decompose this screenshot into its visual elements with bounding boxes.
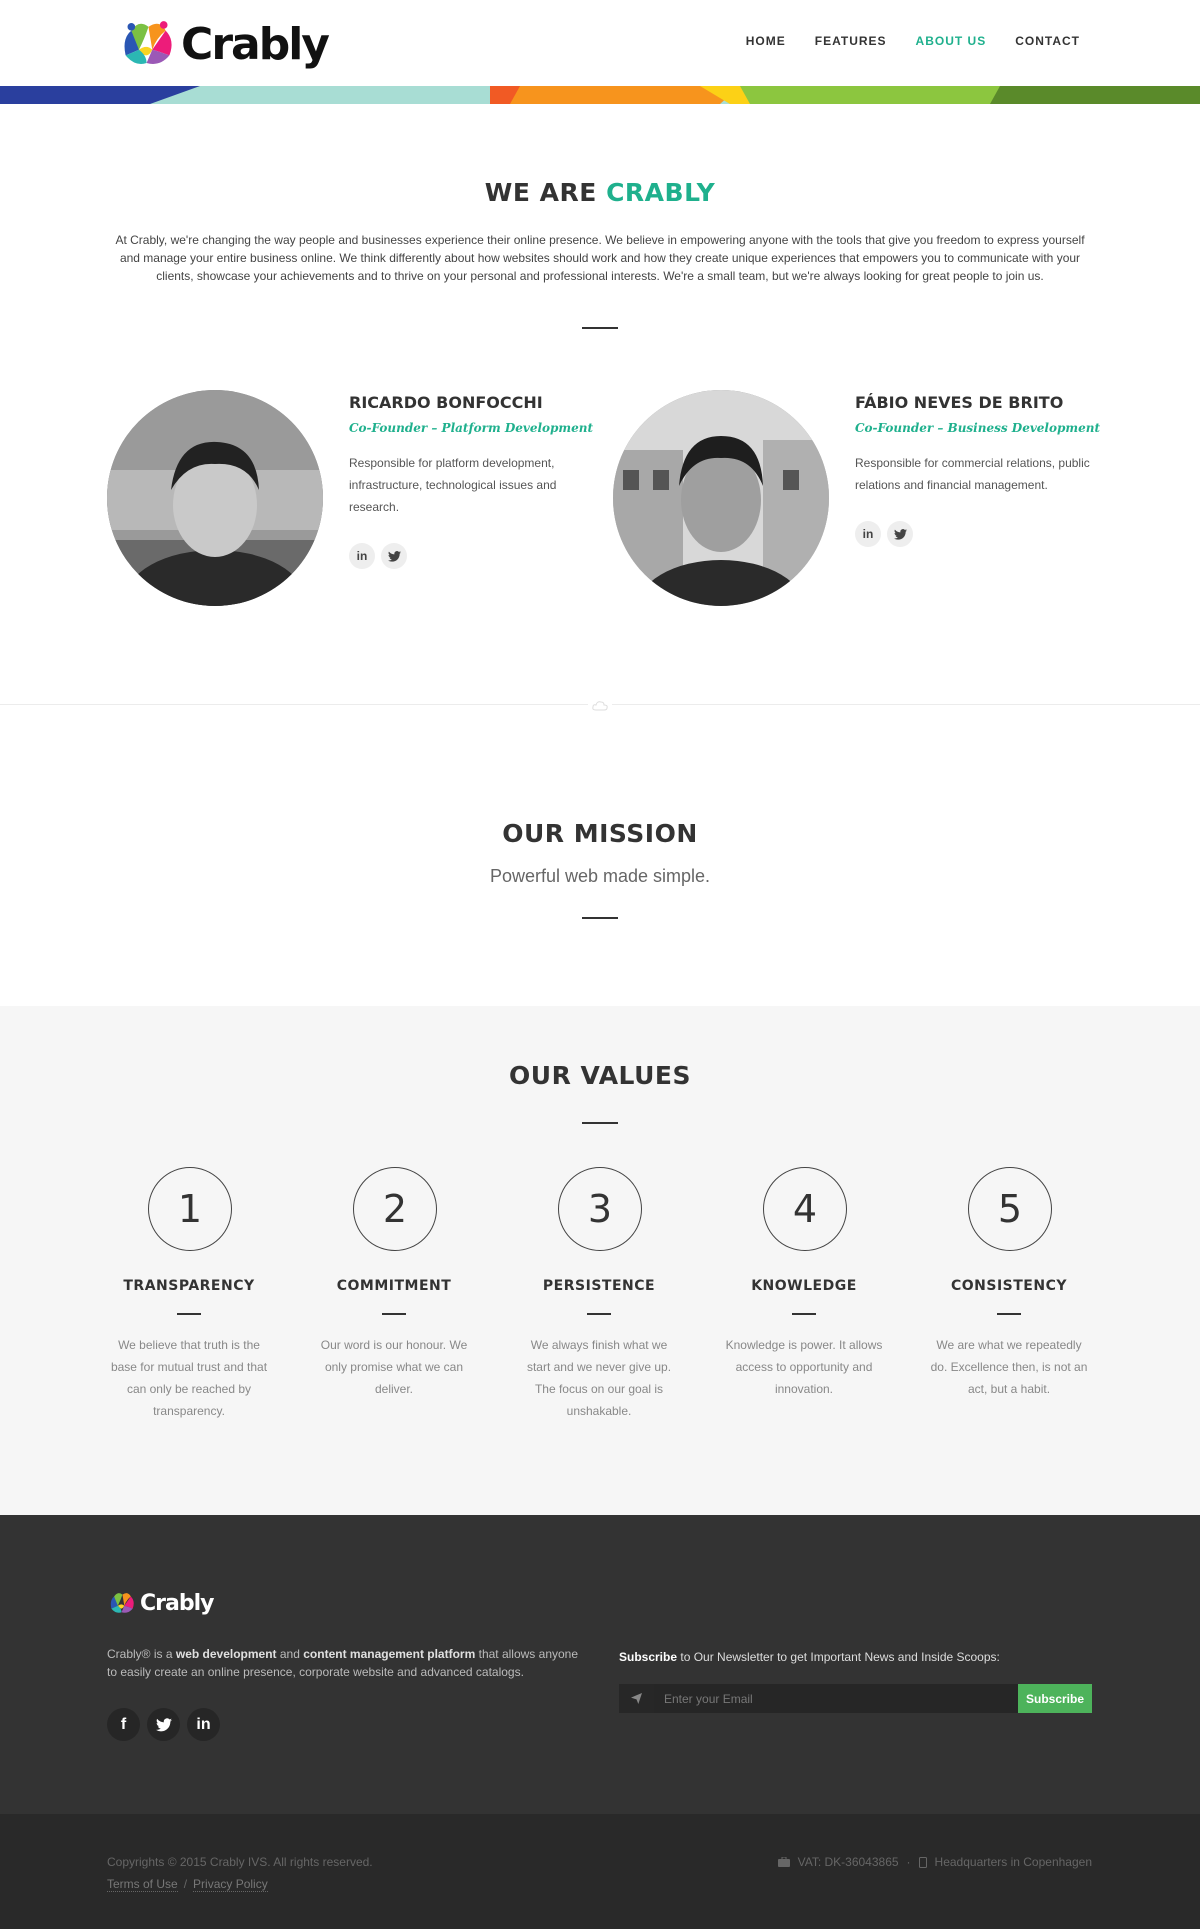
value-description: Knowledge is power. It allows access to … — [725, 1338, 883, 1396]
section-rule — [582, 1122, 618, 1124]
subscribe-button[interactable]: Subscribe — [1018, 1684, 1092, 1713]
value-description: We believe that truth is the base for mu… — [110, 1338, 268, 1418]
site-header: Crably HOME FEATURES ABOUT US CONTACT — [0, 0, 1200, 86]
mission-subtitle: Powerful web made simple. — [489, 866, 711, 886]
nav-features[interactable]: FEATURES — [815, 34, 887, 48]
value-rule — [587, 1313, 611, 1315]
vat-number: VAT: DK-36043865 — [797, 1855, 899, 1869]
twitter-icon[interactable] — [147, 1708, 180, 1741]
briefcase-icon — [777, 1857, 790, 1867]
legal-links: Terms of Use / Privacy Policy — [107, 1877, 268, 1892]
about-title: WE ARE CRABLY — [0, 178, 1200, 207]
about-title-accent: CRABLY — [606, 178, 716, 207]
nav-about-us[interactable]: ABOUT US — [916, 34, 987, 48]
avatar-fabio — [613, 390, 829, 606]
value-rule — [177, 1313, 201, 1315]
value-title: PERSISTENCE — [542, 1278, 656, 1294]
linkedin-icon[interactable]: in — [349, 543, 375, 569]
copyright: Copyrights © 2015 Crably IVS. All rights… — [107, 1855, 373, 1869]
member-description: Responsible for commercial relations, pu… — [855, 456, 1090, 492]
portrait-photo — [107, 390, 323, 606]
facebook-icon[interactable]: f — [107, 1708, 140, 1741]
value-title: CONSISTENCY — [950, 1278, 1067, 1294]
value-description: Our word is our honour. We only promise … — [320, 1338, 468, 1396]
mission-title: OUR MISSION — [502, 819, 698, 848]
value-rule — [382, 1313, 406, 1315]
section-rule — [582, 917, 618, 919]
value-title: TRANSPARENCY — [123, 1278, 255, 1294]
cloud-icon — [588, 697, 612, 713]
values-title: OUR VALUES — [509, 1061, 691, 1090]
newsletter-text: Subscribe to Our Newsletter to get Impor… — [619, 1650, 1000, 1664]
value-rule — [792, 1313, 816, 1315]
company-info: VAT: DK-36043865 · Headquarters in Copen… — [777, 1855, 1092, 1869]
member-role: Co-Founder – Platform Development — [349, 421, 594, 435]
nav-contact[interactable]: CONTACT — [1015, 34, 1080, 48]
paper-plane-icon — [619, 1684, 654, 1713]
member-name: FÁBIO NEVES DE BRITO — [855, 393, 1064, 412]
member-name: RICARDO BONFOCCHI — [349, 393, 543, 412]
linkedin-icon[interactable]: in — [855, 521, 881, 547]
nav-home[interactable]: HOME — [746, 34, 786, 48]
value-title: KNOWLEDGE — [751, 1278, 857, 1294]
logo-wordmark: Crably — [181, 18, 330, 70]
linkedin-icon[interactable]: in — [187, 1708, 220, 1741]
info-separator: · — [906, 1855, 911, 1869]
newsletter-form: Subscribe — [619, 1684, 1092, 1713]
footer-about: Crably® is a web development and content… — [107, 1647, 579, 1679]
value-number: 1 — [148, 1167, 232, 1251]
twitter-icon[interactable] — [381, 543, 407, 569]
about-intro: At Crably, we're changing the way people… — [115, 233, 1085, 283]
member-social: in — [855, 521, 913, 547]
value-title: COMMITMENT — [336, 1278, 452, 1294]
crab-logo-icon — [110, 1593, 134, 1613]
crab-logo-icon — [124, 21, 172, 64]
color-stripe-banner — [0, 86, 1200, 104]
portrait-photo — [613, 390, 829, 606]
value-number: 3 — [558, 1167, 642, 1251]
terms-link[interactable]: Terms of Use — [107, 1877, 178, 1892]
twitter-icon[interactable] — [887, 521, 913, 547]
about-title-prefix: WE ARE — [484, 178, 597, 207]
member-social: in — [349, 543, 407, 569]
value-number: 4 — [763, 1167, 847, 1251]
avatar-ricardo — [107, 390, 323, 606]
value-description: We always finish what we start and we ne… — [526, 1338, 672, 1418]
footer-social: f in — [107, 1708, 220, 1741]
main-nav: HOME FEATURES ABOUT US CONTACT — [717, 34, 1080, 48]
mobile-icon — [918, 1856, 927, 1868]
headquarters: Headquarters in Copenhagen — [934, 1855, 1092, 1869]
footer-logo[interactable]: Crably — [107, 1590, 214, 1616]
privacy-link[interactable]: Privacy Policy — [193, 1877, 268, 1892]
member-description: Responsible for platform development, in… — [349, 456, 557, 514]
link-separator: / — [183, 1877, 188, 1891]
email-field[interactable] — [654, 1684, 1018, 1713]
value-rule — [997, 1313, 1021, 1315]
crably-logo[interactable]: Crably — [118, 14, 330, 74]
section-rule — [582, 327, 618, 329]
value-description: We are what we repeatedly do. Excellence… — [930, 1338, 1088, 1396]
value-number: 5 — [968, 1167, 1052, 1251]
member-role: Co-Founder – Business Development — [855, 421, 1100, 435]
footer-bottom-bar — [0, 1814, 1200, 1929]
footer-logo-wordmark: Crably — [140, 1590, 214, 1616]
value-number: 2 — [353, 1167, 437, 1251]
